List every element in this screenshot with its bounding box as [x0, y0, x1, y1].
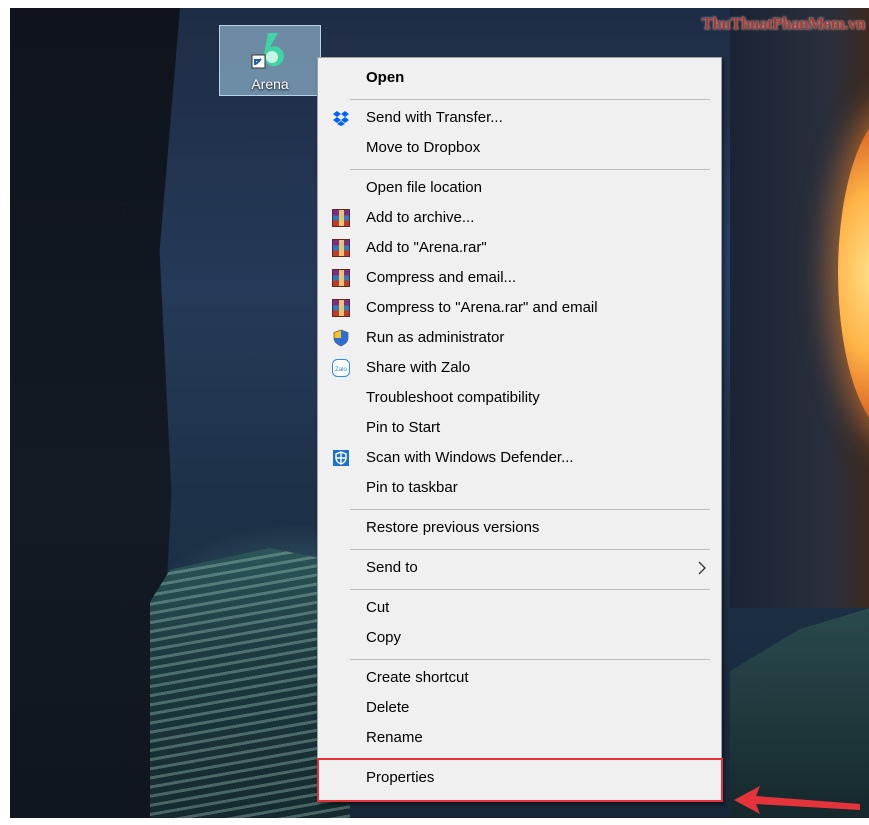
- chevron-right-icon: [698, 561, 706, 575]
- menu-separator: [350, 99, 710, 100]
- menu-item-run-as-administrator[interactable]: Run as administrator: [318, 323, 721, 353]
- menu-separator: [350, 509, 710, 510]
- menu-item-cut[interactable]: Cut: [318, 593, 721, 623]
- winrar-icon: [332, 239, 350, 257]
- arena-app-icon: [251, 33, 284, 69]
- zalo-icon-text: Zalo: [335, 367, 347, 373]
- menu-item-share-with-zalo[interactable]: Zalo Share with Zalo: [318, 353, 721, 383]
- menu-separator: [350, 589, 710, 590]
- menu-separator: [350, 549, 710, 550]
- windows-defender-icon: [333, 450, 349, 466]
- menu-item-rename[interactable]: Rename: [318, 723, 721, 753]
- watermark: ThuThuatPhanMem.vn: [701, 14, 866, 33]
- desktop-icon-label: Arena: [251, 76, 289, 92]
- menu-separator: [350, 758, 710, 759]
- menu-item-add-to-archive[interactable]: Add to archive...: [318, 203, 721, 233]
- menu-item-compress-and-email[interactable]: Compress and email...: [318, 263, 721, 293]
- winrar-icon: [332, 209, 350, 227]
- menu-item-restore-previous-versions[interactable]: Restore previous versions: [318, 513, 721, 543]
- menu-item-compress-to-arena-rar-email[interactable]: Compress to "Arena.rar" and email: [318, 293, 721, 323]
- menu-item-send-with-transfer[interactable]: Send with Transfer...: [318, 103, 721, 133]
- uac-shield-icon: [333, 329, 349, 347]
- menu-item-scan-with-defender[interactable]: Scan with Windows Defender...: [318, 443, 721, 473]
- menu-item-move-to-dropbox[interactable]: Move to Dropbox: [318, 133, 721, 163]
- menu-separator: [350, 659, 710, 660]
- desktop-icon-arena[interactable]: Arena: [219, 25, 321, 96]
- context-menu: Open Send with Transfer... Move to Dropb…: [317, 57, 722, 802]
- menu-separator: [350, 169, 710, 170]
- red-arrow-annotation: [734, 786, 860, 814]
- menu-item-properties[interactable]: Properties: [318, 763, 721, 793]
- winrar-icon: [332, 299, 350, 317]
- menu-item-troubleshoot-compatibility[interactable]: Troubleshoot compatibility: [318, 383, 721, 413]
- winrar-icon: [332, 269, 350, 287]
- menu-item-add-to-arena-rar[interactable]: Add to "Arena.rar": [318, 233, 721, 263]
- zalo-icon: Zalo: [332, 359, 350, 377]
- menu-item-delete[interactable]: Delete: [318, 693, 721, 723]
- menu-item-pin-to-start[interactable]: Pin to Start: [318, 413, 721, 443]
- menu-item-send-to[interactable]: Send to: [318, 553, 721, 583]
- menu-item-copy[interactable]: Copy: [318, 623, 721, 653]
- menu-item-open-file-location[interactable]: Open file location: [318, 173, 721, 203]
- dropbox-icon: [333, 111, 349, 126]
- menu-item-open[interactable]: Open: [318, 63, 721, 93]
- menu-item-create-shortcut[interactable]: Create shortcut: [318, 663, 721, 693]
- menu-item-pin-to-taskbar[interactable]: Pin to taskbar: [318, 473, 721, 503]
